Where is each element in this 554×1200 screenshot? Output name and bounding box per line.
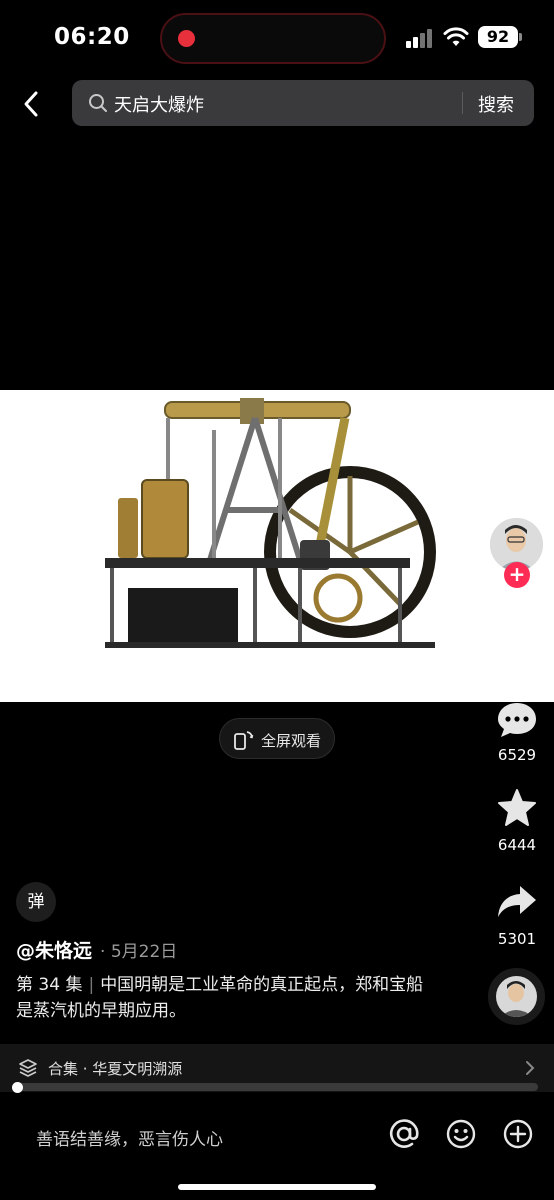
author-name[interactable]: @朱恪远 (16, 940, 92, 962)
steam-engine-image (105, 398, 436, 648)
emoji-icon[interactable] (445, 1118, 477, 1150)
battery-level: 92 (478, 26, 518, 48)
progress-scrubber-handle[interactable] (12, 1082, 23, 1093)
fullscreen-label: 全屏观看 (261, 732, 322, 750)
post-date: · 5月22日 (100, 942, 178, 962)
video-player[interactable] (0, 390, 554, 702)
comment-count: 6529 (497, 746, 537, 764)
music-disc-cover-icon (496, 976, 537, 1017)
video-caption: 第 34 集 | 中国明朝是工业革命的真正起点，郑和宝船是蒸汽机的早期应用。 (16, 972, 436, 1024)
dynamic-island (160, 13, 386, 64)
music-disc[interactable] (488, 968, 545, 1025)
layers-icon (19, 1059, 37, 1077)
add-circle-icon[interactable] (502, 1118, 534, 1150)
search-button[interactable]: 搜索 (478, 91, 514, 117)
search-input[interactable]: 天启大爆炸 (114, 91, 204, 117)
battery-tip-icon (519, 33, 522, 41)
status-time: 06:20 (54, 24, 130, 50)
mention-at-icon[interactable] (388, 1118, 420, 1150)
video-progress-bar[interactable] (16, 1083, 538, 1091)
chevron-right-icon (526, 1061, 535, 1075)
back-button[interactable] (14, 86, 48, 122)
search-icon (89, 94, 107, 112)
search-divider (462, 92, 463, 114)
status-bar: 06:20 92 (0, 0, 554, 76)
comment-input[interactable]: 善语结善缘，恶言伤人心 (36, 1125, 223, 1150)
recording-indicator-icon (178, 30, 195, 47)
danmaku-toggle-button[interactable]: 弹 (16, 882, 56, 922)
cellular-signal-icon (406, 28, 434, 48)
fullscreen-button[interactable]: 全屏观看 (219, 718, 335, 759)
chevron-left-icon (24, 91, 38, 117)
search-bar[interactable]: 天启大爆炸 搜索 (72, 80, 534, 126)
caption-separator: | (88, 975, 95, 995)
follow-button[interactable]: + (504, 562, 530, 588)
share-arrow-icon (498, 886, 536, 917)
home-indicator (178, 1184, 376, 1190)
comment-bar: 善语结善缘，恶言伤人心 (0, 1100, 554, 1200)
star-icon (498, 789, 536, 826)
episode-label[interactable]: 第 34 集 (16, 975, 82, 995)
share-button[interactable] (492, 880, 542, 924)
rotate-screen-icon (234, 731, 254, 750)
heart-icon[interactable] (492, 604, 542, 664)
wifi-icon (443, 27, 469, 46)
author-line: @朱恪远 · 5月22日 (16, 936, 177, 963)
favorite-count: 6444 (497, 836, 537, 854)
comment-icon (498, 703, 536, 737)
collection-label: 合集 · 华夏文明溯源 (48, 1060, 183, 1078)
favorite-button[interactable] (492, 786, 542, 830)
share-count: 5301 (497, 930, 537, 948)
comment-button[interactable] (492, 698, 542, 742)
